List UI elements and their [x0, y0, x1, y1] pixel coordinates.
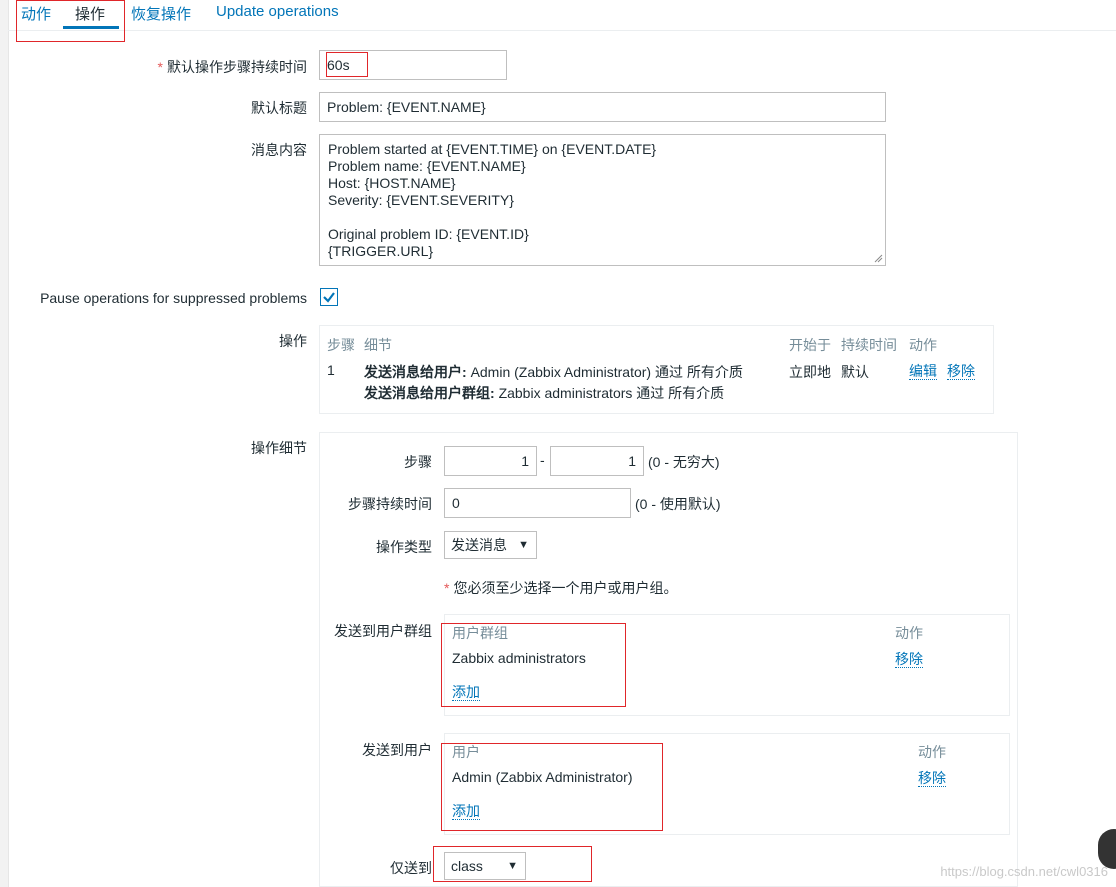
step-duration-detail-label: 步骤持续时间 — [348, 496, 432, 512]
operation-type-select[interactable]: 发送消息 ▼ — [444, 531, 537, 559]
dropdown-arrow-icon: ▼ — [507, 860, 518, 872]
message-line: {TRIGGER.URL} — [328, 243, 434, 259]
col-start-in: 开始于 — [789, 337, 831, 353]
step-duration-label: * 默认操作步骤持续时间 — [157, 59, 307, 75]
step-duration-detail-input[interactable]: 0 — [444, 488, 631, 518]
add-user-link[interactable]: 添加 — [452, 803, 480, 820]
tab-update-operations[interactable]: Update operations — [216, 3, 339, 20]
steps-separator: - — [540, 452, 545, 468]
send-only-to-value: class — [451, 858, 483, 874]
operation-type-value: 发送消息 — [451, 537, 507, 553]
operation-detail-user: 发送消息给用户: Admin (Zabbix Administrator) 通过… — [364, 362, 743, 382]
step-to-input[interactable]: 1 — [550, 446, 644, 476]
resize-grip-icon[interactable] — [874, 254, 883, 263]
message-line: Original problem ID: {EVENT.ID} — [328, 226, 529, 242]
operation-details-label: 操作细节 — [251, 440, 307, 456]
remove-user-link[interactable]: 移除 — [918, 770, 946, 787]
detail-user-text: Admin (Zabbix Administrator) 通过 所有介质 — [470, 364, 743, 380]
edit-operation-link[interactable]: 编辑 — [909, 363, 937, 380]
floating-widget — [1098, 829, 1116, 869]
col-action: 动作 — [909, 337, 937, 353]
col-duration: 持续时间 — [841, 337, 897, 353]
tab-recovery-operations[interactable]: 恢复操作 — [131, 3, 191, 24]
operation-step: 1 — [327, 362, 335, 378]
default-message-textarea[interactable]: Problem started at {EVENT.TIME} on {EVEN… — [319, 134, 886, 266]
active-tab-indicator — [63, 26, 119, 29]
add-user-group-link[interactable]: 添加 — [452, 684, 480, 701]
message-line — [328, 209, 877, 226]
default-subject-input[interactable]: Problem: {EVENT.NAME} — [319, 92, 886, 122]
col-user-group-action: 动作 — [895, 625, 923, 641]
tab-operations[interactable]: 操作 — [75, 3, 105, 24]
detail-user-prefix: 发送消息给用户: — [364, 364, 467, 380]
step-from-input[interactable]: 1 — [444, 446, 537, 476]
send-only-to-label: 仅送到 — [390, 860, 432, 876]
remove-operation-link[interactable]: 移除 — [947, 363, 975, 380]
default-message-label: 消息内容 — [251, 142, 307, 158]
steps-hint: (0 - 无穷大) — [648, 454, 720, 470]
required-notice: * 您必须至少选择一个用户或用户组。 — [444, 580, 678, 596]
step-duration-input[interactable]: 60s — [319, 50, 507, 80]
pause-suppressed-checkbox[interactable] — [320, 288, 338, 306]
operation-detail-group: 发送消息给用户群组: Zabbix administrators 通过 所有介质 — [364, 383, 724, 403]
dropdown-arrow-icon: ▼ — [518, 539, 529, 551]
operation-duration: 默认 — [841, 364, 869, 380]
step-duration-hint: (0 - 使用默认) — [635, 496, 721, 512]
col-user: 用户 — [452, 744, 480, 760]
col-details: 细节 — [364, 337, 392, 353]
send-to-users-label: 发送到用户 — [362, 742, 432, 758]
send-only-to-select[interactable]: class ▼ — [444, 852, 526, 880]
user-group-name: Zabbix administrators — [452, 650, 586, 666]
steps-label: 步骤 — [404, 454, 432, 470]
operation-type-label: 操作类型 — [376, 539, 432, 555]
tab-action[interactable]: 动作 — [21, 3, 51, 24]
default-subject-label: 默认标题 — [251, 100, 307, 116]
watermark: https://blog.csdn.net/cwl0316 — [940, 864, 1108, 879]
operation-start-in: 立即地 — [789, 364, 831, 380]
col-user-action: 动作 — [918, 744, 946, 760]
pause-suppressed-label: Pause operations for suppressed problems — [40, 290, 307, 306]
remove-user-group-link[interactable]: 移除 — [895, 651, 923, 668]
operations-label: 操作 — [279, 333, 307, 349]
detail-group-prefix: 发送消息给用户群组: — [364, 385, 495, 401]
message-line: Host: {HOST.NAME} — [328, 175, 456, 191]
checkmark-icon — [323, 292, 335, 303]
user-name: Admin (Zabbix Administrator) — [452, 769, 633, 785]
detail-group-text: Zabbix administrators 通过 所有介质 — [498, 385, 725, 401]
message-line: Problem name: {EVENT.NAME} — [328, 158, 526, 174]
send-to-user-groups-label: 发送到用户群组 — [334, 623, 432, 639]
message-line: Problem started at {EVENT.TIME} on {EVEN… — [328, 141, 657, 157]
col-user-group: 用户群组 — [452, 625, 508, 641]
message-line: Severity: {EVENT.SEVERITY} — [328, 192, 514, 208]
col-steps: 步骤 — [327, 337, 355, 353]
left-edge-strip — [0, 0, 9, 887]
